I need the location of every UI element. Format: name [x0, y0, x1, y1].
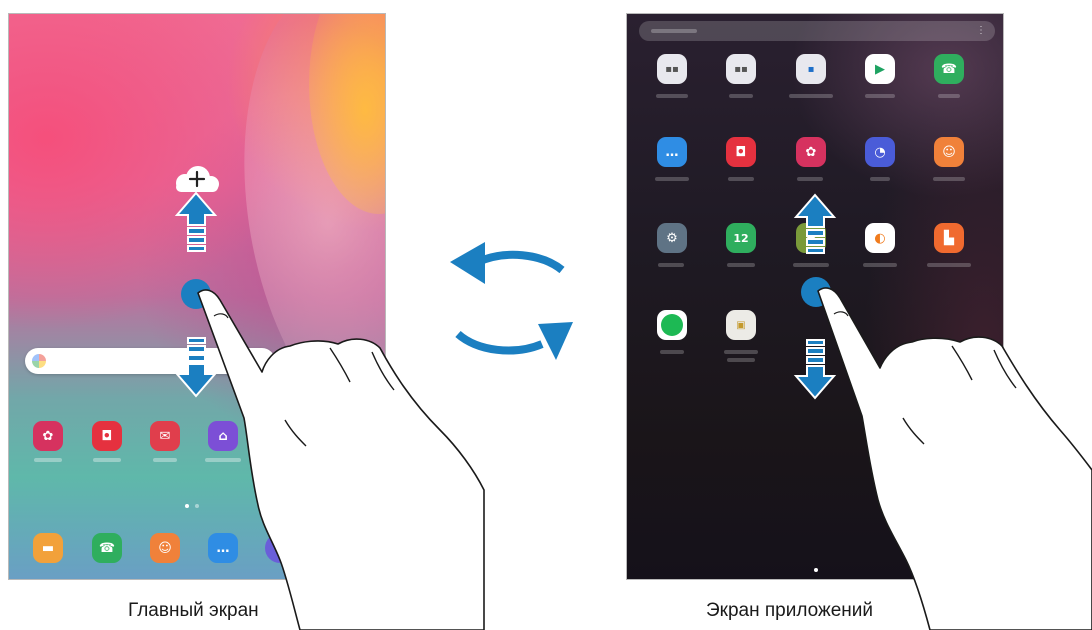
cloud-add-icon — [176, 166, 219, 192]
home-screen-caption: Главный экран — [128, 600, 259, 621]
switch-screens-icon — [450, 242, 573, 360]
apps-swipe-up-arrow — [793, 193, 837, 254]
apps-swipe-down-arrow — [793, 339, 837, 400]
swipe-down-arrow — [174, 337, 218, 398]
gesture-overlay — [174, 166, 1092, 630]
swipe-up-arrow — [174, 191, 218, 252]
hand-pointer-icon — [197, 289, 485, 630]
apps-screen-caption: Экран приложений — [706, 600, 873, 621]
apps-hand-pointer-icon — [817, 287, 1092, 630]
